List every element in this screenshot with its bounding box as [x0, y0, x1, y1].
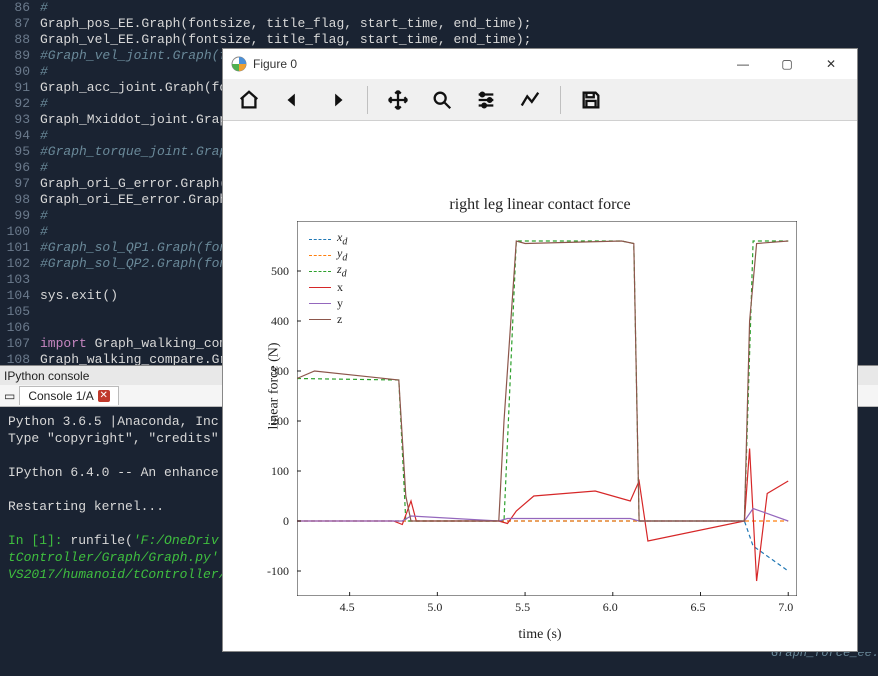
- legend-item: y: [309, 295, 347, 311]
- x-axis-label: time (s): [223, 627, 857, 643]
- minimize-button[interactable]: —: [721, 50, 765, 78]
- back-icon[interactable]: [275, 82, 311, 118]
- figure-title: Figure 0: [253, 57, 297, 71]
- legend-item: z: [309, 311, 347, 327]
- window-close-button[interactable]: ✕: [809, 50, 853, 78]
- toolbar-separator: [560, 86, 561, 114]
- console-tab[interactable]: Console 1/A ✕: [19, 386, 118, 405]
- figure-titlebar[interactable]: Figure 0 — ▢ ✕: [223, 49, 857, 79]
- home-icon[interactable]: [231, 82, 267, 118]
- chart-title: right leg linear contact force: [223, 196, 857, 214]
- console-tab-icon: ▭: [4, 389, 15, 403]
- matplotlib-icon: [231, 56, 247, 72]
- console-tab-label: Console 1/A: [28, 389, 93, 403]
- legend-item: x: [309, 279, 347, 295]
- figure-toolbar: [223, 79, 857, 121]
- pan-icon[interactable]: [380, 82, 416, 118]
- legend: xdydzdxyz: [309, 231, 347, 327]
- configure-icon[interactable]: [468, 82, 504, 118]
- figure-window[interactable]: Figure 0 — ▢ ✕ right leg linear contact …: [222, 48, 858, 652]
- legend-item: yd: [309, 247, 347, 263]
- forward-icon[interactable]: [319, 82, 355, 118]
- legend-item: zd: [309, 263, 347, 279]
- zoom-icon[interactable]: [424, 82, 460, 118]
- line-gutter: 8687888990919293949596979899100101102103…: [0, 0, 34, 384]
- plot-area: [297, 221, 797, 596]
- edit-icon[interactable]: [512, 82, 548, 118]
- close-icon[interactable]: ✕: [98, 390, 110, 402]
- toolbar-separator: [367, 86, 368, 114]
- maximize-button[interactable]: ▢: [765, 50, 809, 78]
- legend-item: xd: [309, 231, 347, 247]
- save-icon[interactable]: [573, 82, 609, 118]
- figure-canvas[interactable]: right leg linear contact force linear fo…: [223, 121, 857, 651]
